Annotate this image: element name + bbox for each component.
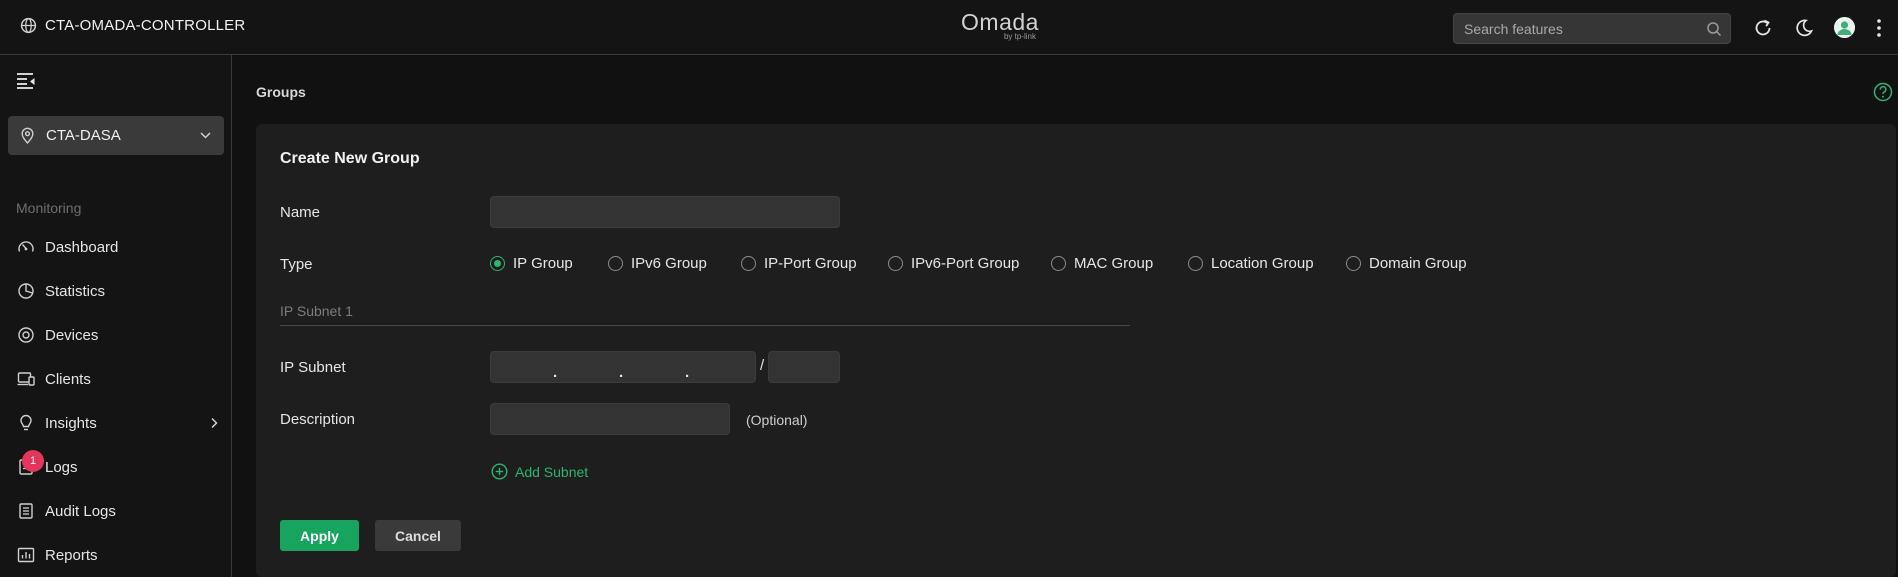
optional-hint: (Optional) [746, 412, 808, 428]
ip-subnet-label: IP Subnet [280, 359, 346, 376]
chevron-down-icon [200, 132, 211, 139]
more-menu-icon[interactable] [1876, 18, 1882, 38]
radio-button[interactable] [1051, 256, 1066, 271]
controller-name: CTA-OMADA-CONTROLLER [45, 17, 246, 34]
ip-address-input[interactable]: . . . [490, 351, 756, 383]
radio-button[interactable] [1346, 256, 1361, 271]
radio-label: Location Group [1211, 255, 1314, 272]
radio-ipv6-group[interactable]: IPv6 Group [608, 255, 707, 272]
ip-dot-separator: . [553, 364, 558, 381]
radio-label: IPv6-Port Group [911, 255, 1020, 272]
subnet-mask-input[interactable] [769, 352, 839, 382]
radio-button[interactable] [1188, 256, 1203, 271]
devices-icon [18, 327, 34, 343]
mask-separator: / [760, 357, 765, 374]
radio-label: MAC Group [1074, 255, 1154, 272]
description-input[interactable] [491, 404, 729, 434]
sidebar-item-dashboard[interactable]: Dashboard [0, 227, 232, 267]
radio-label: Domain Group [1369, 255, 1467, 272]
dashboard-icon [18, 241, 34, 252]
sidebar-item-logs[interactable]: Logs 1 [0, 447, 232, 487]
radio-label: IPv6 Group [631, 255, 707, 272]
sidebar-item-clients[interactable]: Clients [0, 359, 232, 399]
search-icon[interactable] [1706, 21, 1722, 37]
reports-icon [17, 547, 35, 563]
description-label: Description [280, 411, 356, 428]
ip-dot-separator: . [619, 364, 624, 381]
ip-dot-separator: . [685, 364, 690, 381]
statistics-icon [18, 283, 34, 299]
controller-title: CTA-OMADA-CONTROLLER [20, 17, 245, 34]
type-label: Type [280, 256, 313, 273]
clients-icon [17, 372, 35, 386]
radio-ipv6-port-group[interactable]: IPv6-Port Group [888, 255, 1019, 272]
add-subnet-label: Add Subnet [515, 463, 589, 480]
chevron-right-icon [211, 417, 218, 429]
name-field-wrapper [490, 196, 840, 228]
site-selector[interactable]: CTA-DASA [8, 116, 224, 155]
location-pin-icon [21, 127, 34, 144]
moon-icon[interactable] [1793, 17, 1815, 39]
search-box[interactable] [1453, 13, 1731, 44]
omada-logo: Omada by tp-link [960, 10, 1040, 41]
radio-label: IP-Port Group [764, 255, 857, 272]
sidebar-item-label: Reports [45, 546, 98, 564]
radio-ip-group[interactable]: IP Group [490, 255, 573, 272]
radio-button[interactable] [608, 256, 623, 271]
radio-mac-group[interactable]: MAC Group [1051, 255, 1153, 272]
collapse-menu-icon[interactable] [16, 71, 36, 89]
insights-icon [20, 414, 32, 431]
radio-button[interactable] [888, 256, 903, 271]
logo-brand: Omada [961, 9, 1039, 35]
site-name: CTA-DASA [46, 127, 121, 144]
sidebar-item-label: Insights [45, 414, 97, 432]
radio-button[interactable] [741, 256, 756, 271]
add-subnet-link[interactable]: Add Subnet [491, 463, 588, 480]
sidebar-item-insights[interactable]: Insights [0, 403, 232, 443]
sidebar-item-label: Clients [45, 370, 91, 388]
sidebar-item-audit-logs[interactable]: Audit Logs [0, 491, 232, 531]
refresh-icon[interactable] [1752, 17, 1774, 39]
user-avatar[interactable] [1834, 17, 1855, 38]
sidebar-item-label: Dashboard [45, 238, 119, 256]
mask-field-wrapper [768, 351, 840, 383]
section-divider [280, 325, 1130, 326]
section-title-monitoring: Monitoring [16, 200, 82, 216]
add-circle-icon [491, 463, 508, 480]
radio-ip-port-group[interactable]: IP-Port Group [741, 255, 857, 272]
notification-badge: 1 [22, 450, 44, 472]
sidebar-item-label: Statistics [45, 282, 106, 300]
avatar-icon [1834, 17, 1855, 38]
radio-label: IP Group [513, 255, 573, 272]
sidebar-item-reports[interactable]: Reports [0, 535, 232, 575]
sidebar-item-label: Devices [45, 326, 99, 344]
sidebar-item-statistics[interactable]: Statistics [0, 271, 232, 311]
audit-logs-icon [19, 503, 33, 519]
radio-domain-group[interactable]: Domain Group [1346, 255, 1467, 272]
help-icon[interactable] [1873, 82, 1893, 102]
sidebar-item-label: Audit Logs [45, 502, 116, 520]
name-label: Name [280, 204, 321, 221]
name-input[interactable] [491, 197, 839, 227]
apply-button[interactable]: Apply [280, 520, 359, 551]
search-input[interactable] [1454, 14, 1694, 43]
description-field-wrapper [490, 403, 730, 435]
page-title: Groups [256, 84, 306, 100]
cancel-button[interactable]: Cancel [375, 520, 461, 551]
globe-icon [20, 17, 37, 34]
subnet-heading: IP Subnet 1 [280, 303, 353, 319]
sidebar-item-label: Logs [45, 458, 78, 476]
radio-location-group[interactable]: Location Group [1188, 255, 1314, 272]
top-bar: CTA-OMADA-CONTROLLER Omada by tp-link [0, 0, 1898, 55]
sidebar-item-devices[interactable]: Devices [0, 315, 232, 355]
radio-button[interactable] [490, 256, 505, 271]
sidebar: CTA-DASA Monitoring Dashboard Statistics… [0, 55, 232, 577]
form-title: Create New Group [280, 150, 420, 167]
